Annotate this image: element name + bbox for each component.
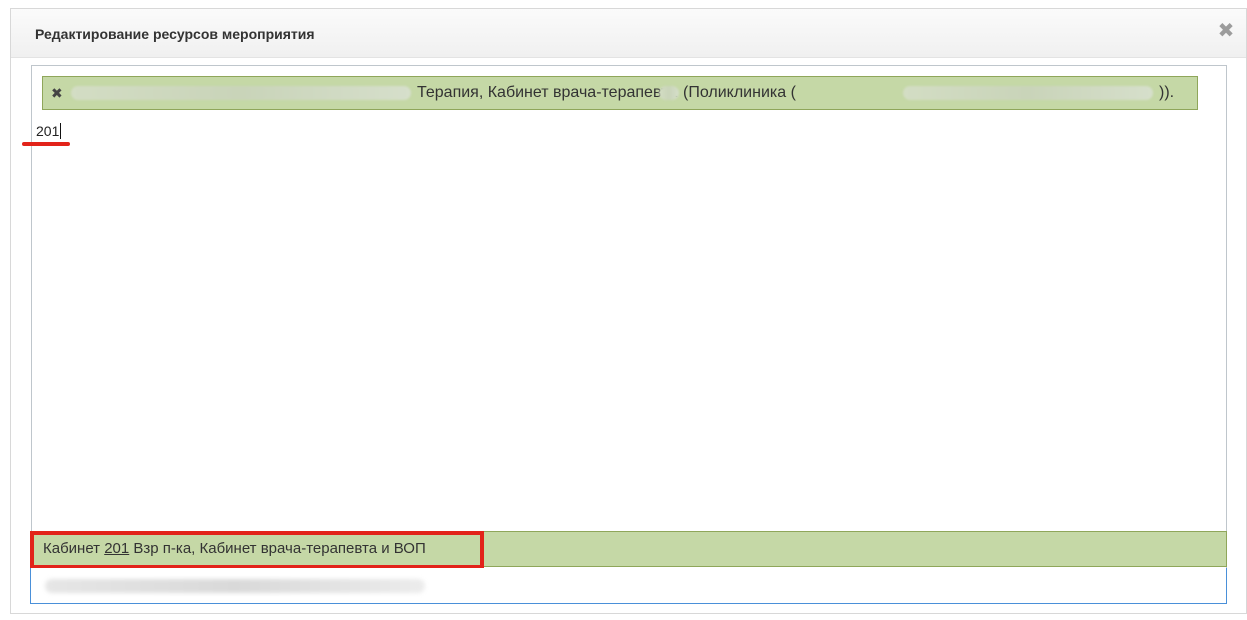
redacted-text (903, 86, 1153, 100)
dropdown-option[interactable] (30, 568, 1227, 604)
selected-resource-tag: ✖ Терапия, Кабинет врача-терапевта (Поли… (42, 76, 1198, 110)
redacted-text (71, 86, 411, 100)
redacted-text (45, 579, 425, 593)
dialog-title: Редактирование ресурсов мероприятия (35, 26, 315, 42)
resource-multiselect[interactable]: ✖ Терапия, Кабинет врача-терапевта (Поли… (31, 65, 1227, 603)
redacted-text (659, 86, 679, 100)
dialog-header: Редактирование ресурсов мероприятия ✖ (11, 9, 1246, 58)
annotation-highlight-box (30, 531, 484, 569)
search-input[interactable]: 201 (36, 123, 62, 139)
tag-text-part2: (Поликлиника ( (683, 84, 796, 101)
close-icon[interactable]: ✖ (1216, 21, 1236, 41)
text-caret (60, 123, 62, 139)
remove-tag-icon[interactable]: ✖ (51, 77, 63, 109)
tag-text-part3: )). (1159, 84, 1175, 101)
tag-text-part1: Терапия, Кабинет врача-терапевта (417, 84, 678, 101)
annotation-underline (22, 142, 70, 146)
search-input-value: 201 (36, 123, 60, 139)
edit-resources-dialog: Редактирование ресурсов мероприятия ✖ ✖ … (10, 8, 1247, 614)
